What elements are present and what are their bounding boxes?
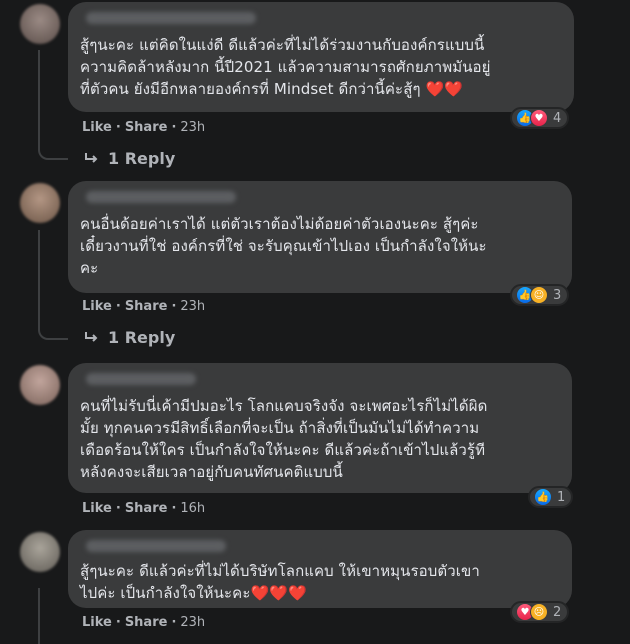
comment-bubble: คนอื่นด้อยค่าเราได้ แต่ตัวเราต้องไม่ด้อย…: [68, 181, 572, 293]
heart-emoji: ❤️❤️❤️: [250, 584, 307, 602]
heart-emoji: ❤️❤️: [425, 80, 464, 98]
view-replies-link[interactable]: 1 Reply: [84, 328, 175, 347]
thread-elbow: [38, 320, 68, 340]
like-button[interactable]: Like: [82, 299, 112, 314]
author-name[interactable]: [86, 12, 256, 24]
comment-text: สู้ๆนะคะ แต่คิดในแง่ดี ดีแล้วค่ะที่ไม่ได…: [80, 36, 491, 98]
share-button[interactable]: Share: [125, 120, 168, 135]
comment-bubble: คนที่ไม่รับนี่เค้ามีปมอะไร โลกแคบจริงจัง…: [68, 363, 572, 493]
avatar[interactable]: [20, 365, 60, 405]
timestamp[interactable]: 23h: [180, 120, 205, 135]
reaction-summary[interactable]: 👍 ☺ 3: [510, 284, 570, 306]
reaction-count: 1: [557, 489, 566, 505]
like-button[interactable]: Like: [82, 120, 112, 135]
comment-actions: Like · Share · 23h: [82, 120, 206, 135]
love-reaction-icon: ♥: [530, 109, 548, 127]
reaction-summary[interactable]: 👍 ♥ 4: [510, 107, 570, 129]
thread-line: [38, 50, 40, 146]
view-replies-link[interactable]: 1 Reply: [84, 149, 175, 168]
timestamp[interactable]: 23h: [180, 299, 205, 314]
reaction-summary[interactable]: ♥ ☹ 2: [510, 601, 570, 623]
reaction-count: 3: [553, 287, 562, 303]
care-reaction-icon: ☺: [530, 286, 548, 304]
comment-actions: Like · Share · 16h: [82, 501, 206, 516]
comment-bubble: สู้ๆนะคะ ดีแล้วค่ะที่ไม่ได้บริษัทโลกแคบ …: [68, 530, 572, 608]
reply-arrow-icon: [85, 331, 98, 342]
comment-actions: Like · Share · 23h: [82, 615, 206, 630]
timestamp[interactable]: 23h: [180, 615, 205, 630]
timestamp[interactable]: 16h: [180, 501, 205, 516]
share-button[interactable]: Share: [125, 299, 168, 314]
reaction-count: 4: [553, 110, 562, 126]
thread-line: [38, 588, 40, 644]
comment-bubble: สู้ๆนะคะ แต่คิดในแง่ดี ดีแล้วค่ะที่ไม่ได…: [68, 2, 574, 112]
author-name[interactable]: [86, 191, 236, 203]
author-name[interactable]: [86, 373, 196, 385]
comment-text: คนอื่นด้อยค่าเราได้ แต่ตัวเราต้องไม่ด้อย…: [80, 215, 487, 277]
reaction-count: 2: [553, 604, 562, 620]
sad-reaction-icon: ☹: [530, 603, 548, 621]
reply-arrow-icon: [85, 152, 98, 163]
like-reaction-icon: 👍: [534, 488, 552, 506]
share-button[interactable]: Share: [125, 501, 168, 516]
author-name[interactable]: [86, 540, 226, 552]
share-button[interactable]: Share: [125, 615, 168, 630]
reaction-summary[interactable]: 👍 1: [528, 486, 574, 508]
like-button[interactable]: Like: [82, 501, 112, 516]
thread-line: [38, 230, 40, 325]
comment-text: สู้ๆนะคะ ดีแล้วค่ะที่ไม่ได้บริษัทโลกแคบ …: [80, 562, 480, 602]
avatar[interactable]: [20, 183, 60, 223]
comment-text: คนที่ไม่รับนี่เค้ามีปมอะไร โลกแคบจริงจัง…: [80, 397, 488, 481]
comment-actions: Like · Share · 23h: [82, 299, 206, 314]
avatar[interactable]: [20, 4, 60, 44]
avatar[interactable]: [20, 532, 60, 572]
thread-elbow: [38, 140, 68, 160]
like-button[interactable]: Like: [82, 615, 112, 630]
